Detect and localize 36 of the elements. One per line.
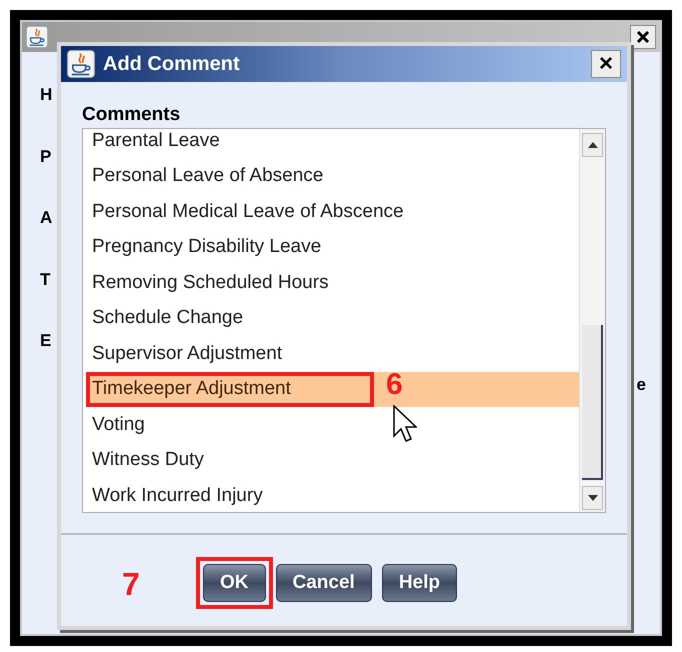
dialog-button[interactable]: OK [203,564,266,602]
list-item[interactable]: Work Incurred Injury [86,478,579,512]
list-item[interactable]: Parental Leave [86,129,579,158]
dialog-button[interactable]: Help [382,564,457,602]
list-item[interactable]: Schedule Change [86,300,579,336]
scroll-up-button[interactable] [582,133,603,157]
cup-icon [67,50,95,78]
form-label: T [40,268,52,290]
form-label: P [40,146,52,168]
cup-icon [26,26,48,48]
close-icon [636,30,650,44]
scroll-down-button[interactable] [582,486,603,510]
scroll-thumb[interactable] [582,325,603,480]
close-button[interactable]: × [591,50,621,78]
list-item[interactable]: Pregnancy Disability Leave [86,230,579,265]
form-label: A [40,207,52,229]
dialog-title: Add Comment [103,52,240,77]
comments-label: Comments [82,104,182,126]
list-item[interactable]: Supervisor Adjustment [86,336,579,372]
step-number: 7 [122,565,140,604]
dialog-button[interactable]: Cancel [276,564,372,602]
close-button[interactable] [630,25,656,49]
list-item[interactable]: Personal Leave of Absence [86,158,579,194]
form-label: H [40,84,52,106]
cursor-icon [393,405,417,445]
form-label: E [40,330,52,352]
step-number: 6 [386,370,403,400]
down-arrow-icon [588,495,598,501]
scrollbar[interactable] [579,129,605,512]
list-item[interactable]: Timekeeper Adjustment 6 [86,372,579,407]
list-item[interactable]: Removing Scheduled Hours [86,265,579,300]
form-label: e [636,374,646,396]
list-item[interactable]: Voting [86,407,579,442]
list-item[interactable]: Personal Medical Leave of Abscence [86,194,579,230]
up-arrow-icon [588,142,598,148]
list-item[interactable]: Witness Duty [86,442,579,478]
